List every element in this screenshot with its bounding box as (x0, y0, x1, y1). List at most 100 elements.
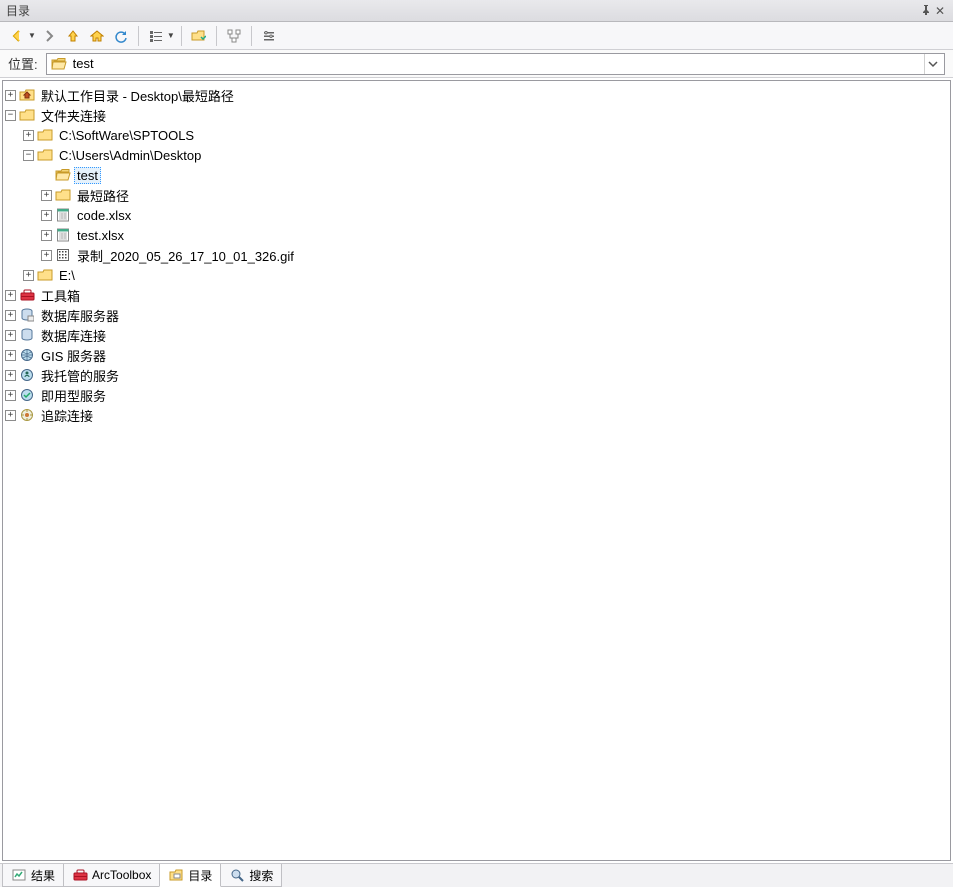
tree-node-label[interactable]: 录制_2020_05_26_17_10_01_326.gif (74, 245, 297, 266)
tree-node-label[interactable]: C:\Users\Admin\Desktop (56, 147, 204, 164)
tab-label: ArcToolbox (92, 868, 151, 882)
expand-toggle[interactable]: + (5, 350, 16, 361)
tree-node[interactable]: test (41, 165, 948, 185)
view-dropdown-icon[interactable]: ▼ (167, 31, 175, 40)
tab-results[interactable]: 结果 (2, 864, 64, 887)
tree-node[interactable]: + code.xlsx (41, 205, 948, 225)
expand-toggle[interactable]: + (5, 410, 16, 421)
tree-node[interactable]: + 最短路径 (41, 185, 948, 205)
xls-icon (55, 227, 71, 243)
tree-node[interactable]: + 默认工作目录 - Desktop\最短路径 (5, 85, 948, 105)
toggle-placeholder (41, 170, 52, 181)
refresh-button[interactable] (110, 25, 132, 47)
folder-icon (55, 187, 71, 203)
tree-node[interactable]: + 即用型服务 (5, 385, 948, 405)
tree-node-label[interactable]: 数据库服务器 (38, 305, 122, 326)
bottom-tabstrip: 结果 ArcToolbox 目录搜索 (0, 863, 953, 887)
home-folder-icon (19, 87, 35, 103)
expand-toggle[interactable]: + (41, 230, 52, 241)
tree-node[interactable]: + GIS 服务器 (5, 345, 948, 365)
tree-node-label[interactable]: 数据库连接 (38, 325, 109, 346)
tree-node-label[interactable]: 即用型服务 (38, 385, 109, 406)
pin-icon[interactable] (919, 4, 933, 18)
tree-node[interactable]: + 数据库服务器 (5, 305, 948, 325)
dbconn-icon (19, 327, 35, 343)
tree-node[interactable]: + 数据库连接 (5, 325, 948, 345)
collapse-toggle[interactable]: − (23, 150, 34, 161)
folder-open-icon (51, 56, 67, 72)
tree-node[interactable]: + 我托管的服务 (5, 365, 948, 385)
catalog-icon (168, 867, 184, 883)
tree-node[interactable]: + test.xlsx (41, 225, 948, 245)
tree-node-label[interactable]: 最短路径 (74, 185, 132, 206)
expand-toggle[interactable]: + (41, 210, 52, 221)
folder-icon (37, 127, 53, 143)
expand-toggle[interactable]: + (41, 190, 52, 201)
location-box (46, 53, 945, 75)
toolbox-icon (72, 867, 88, 883)
tab-label: 目录 (188, 867, 212, 884)
toggle-tree-button[interactable] (223, 25, 245, 47)
back-dropdown-icon[interactable]: ▼ (28, 31, 36, 40)
tree-node-label[interactable]: 默认工作目录 - Desktop\最短路径 (38, 85, 237, 106)
tree-node[interactable]: + 追踪连接 (5, 405, 948, 425)
expand-toggle[interactable]: + (23, 130, 34, 141)
home-button[interactable] (86, 25, 108, 47)
location-dropdown-icon[interactable] (924, 54, 940, 74)
hosted-icon (19, 367, 35, 383)
tree-node-label[interactable]: test.xlsx (74, 227, 127, 244)
toolbar: ▼ ▼ (0, 22, 953, 50)
tree-node-label[interactable]: 工具箱 (38, 285, 83, 306)
tree-node-label[interactable]: 我托管的服务 (38, 365, 122, 386)
tree-node-label[interactable]: 文件夹连接 (38, 105, 109, 126)
search-icon (229, 867, 245, 883)
tab-search[interactable]: 搜索 (220, 864, 282, 887)
connect-folder-button[interactable] (188, 25, 210, 47)
tree-node-label[interactable]: 追踪连接 (38, 405, 96, 426)
tree-node-label[interactable]: code.xlsx (74, 207, 134, 224)
location-input[interactable] (73, 56, 918, 71)
folder-icon (37, 147, 53, 163)
tree-node-label[interactable]: GIS 服务器 (38, 345, 109, 366)
options-button[interactable] (258, 25, 280, 47)
view-button[interactable] (145, 25, 167, 47)
expand-toggle[interactable]: + (5, 370, 16, 381)
close-icon[interactable]: ✕ (933, 4, 947, 18)
collapse-toggle[interactable]: − (5, 110, 16, 121)
tab-catalog[interactable]: 目录 (159, 864, 221, 887)
gis-icon (19, 347, 35, 363)
tab-toolbox[interactable]: ArcToolbox (63, 864, 160, 887)
up-button[interactable] (62, 25, 84, 47)
expand-toggle[interactable]: + (5, 290, 16, 301)
tree-node[interactable]: + 工具箱 (5, 285, 948, 305)
tree-node[interactable]: + 录制_2020_05_26_17_10_01_326.gif (41, 245, 948, 265)
expand-toggle[interactable]: + (5, 310, 16, 321)
catalog-tree[interactable]: + 默认工作目录 - Desktop\最短路径 − 文件夹连接 + C:\SoftWare… (2, 80, 951, 861)
tree-node[interactable]: − 文件夹连接 (5, 105, 948, 125)
results-icon (11, 867, 27, 883)
forward-button[interactable] (38, 25, 60, 47)
back-button[interactable] (6, 25, 28, 47)
tree-node[interactable]: + C:\SoftWare\SPTOOLS (23, 125, 948, 145)
tree-node-label[interactable]: test (74, 167, 101, 184)
expand-toggle[interactable]: + (5, 330, 16, 341)
dbserver-icon (19, 307, 35, 323)
tab-label: 结果 (31, 867, 55, 884)
folder-icon (19, 107, 35, 123)
tree-node[interactable]: + E:\ (23, 265, 948, 285)
ready-icon (19, 387, 35, 403)
tree-node-label[interactable]: C:\SoftWare\SPTOOLS (56, 127, 197, 144)
expand-toggle[interactable]: + (5, 90, 16, 101)
folder-open-icon (55, 167, 71, 183)
panel-titlebar: 目录 ✕ (0, 0, 953, 22)
location-label: 位置: (8, 54, 38, 73)
location-bar: 位置: (0, 50, 953, 78)
expand-toggle[interactable]: + (5, 390, 16, 401)
folder-icon (37, 267, 53, 283)
expand-toggle[interactable]: + (41, 250, 52, 261)
panel-title: 目录 (6, 2, 30, 19)
tree-node-label[interactable]: E:\ (56, 267, 78, 284)
tree-node[interactable]: − C:\Users\Admin\Desktop (23, 145, 948, 165)
expand-toggle[interactable]: + (23, 270, 34, 281)
xls-icon (55, 207, 71, 223)
